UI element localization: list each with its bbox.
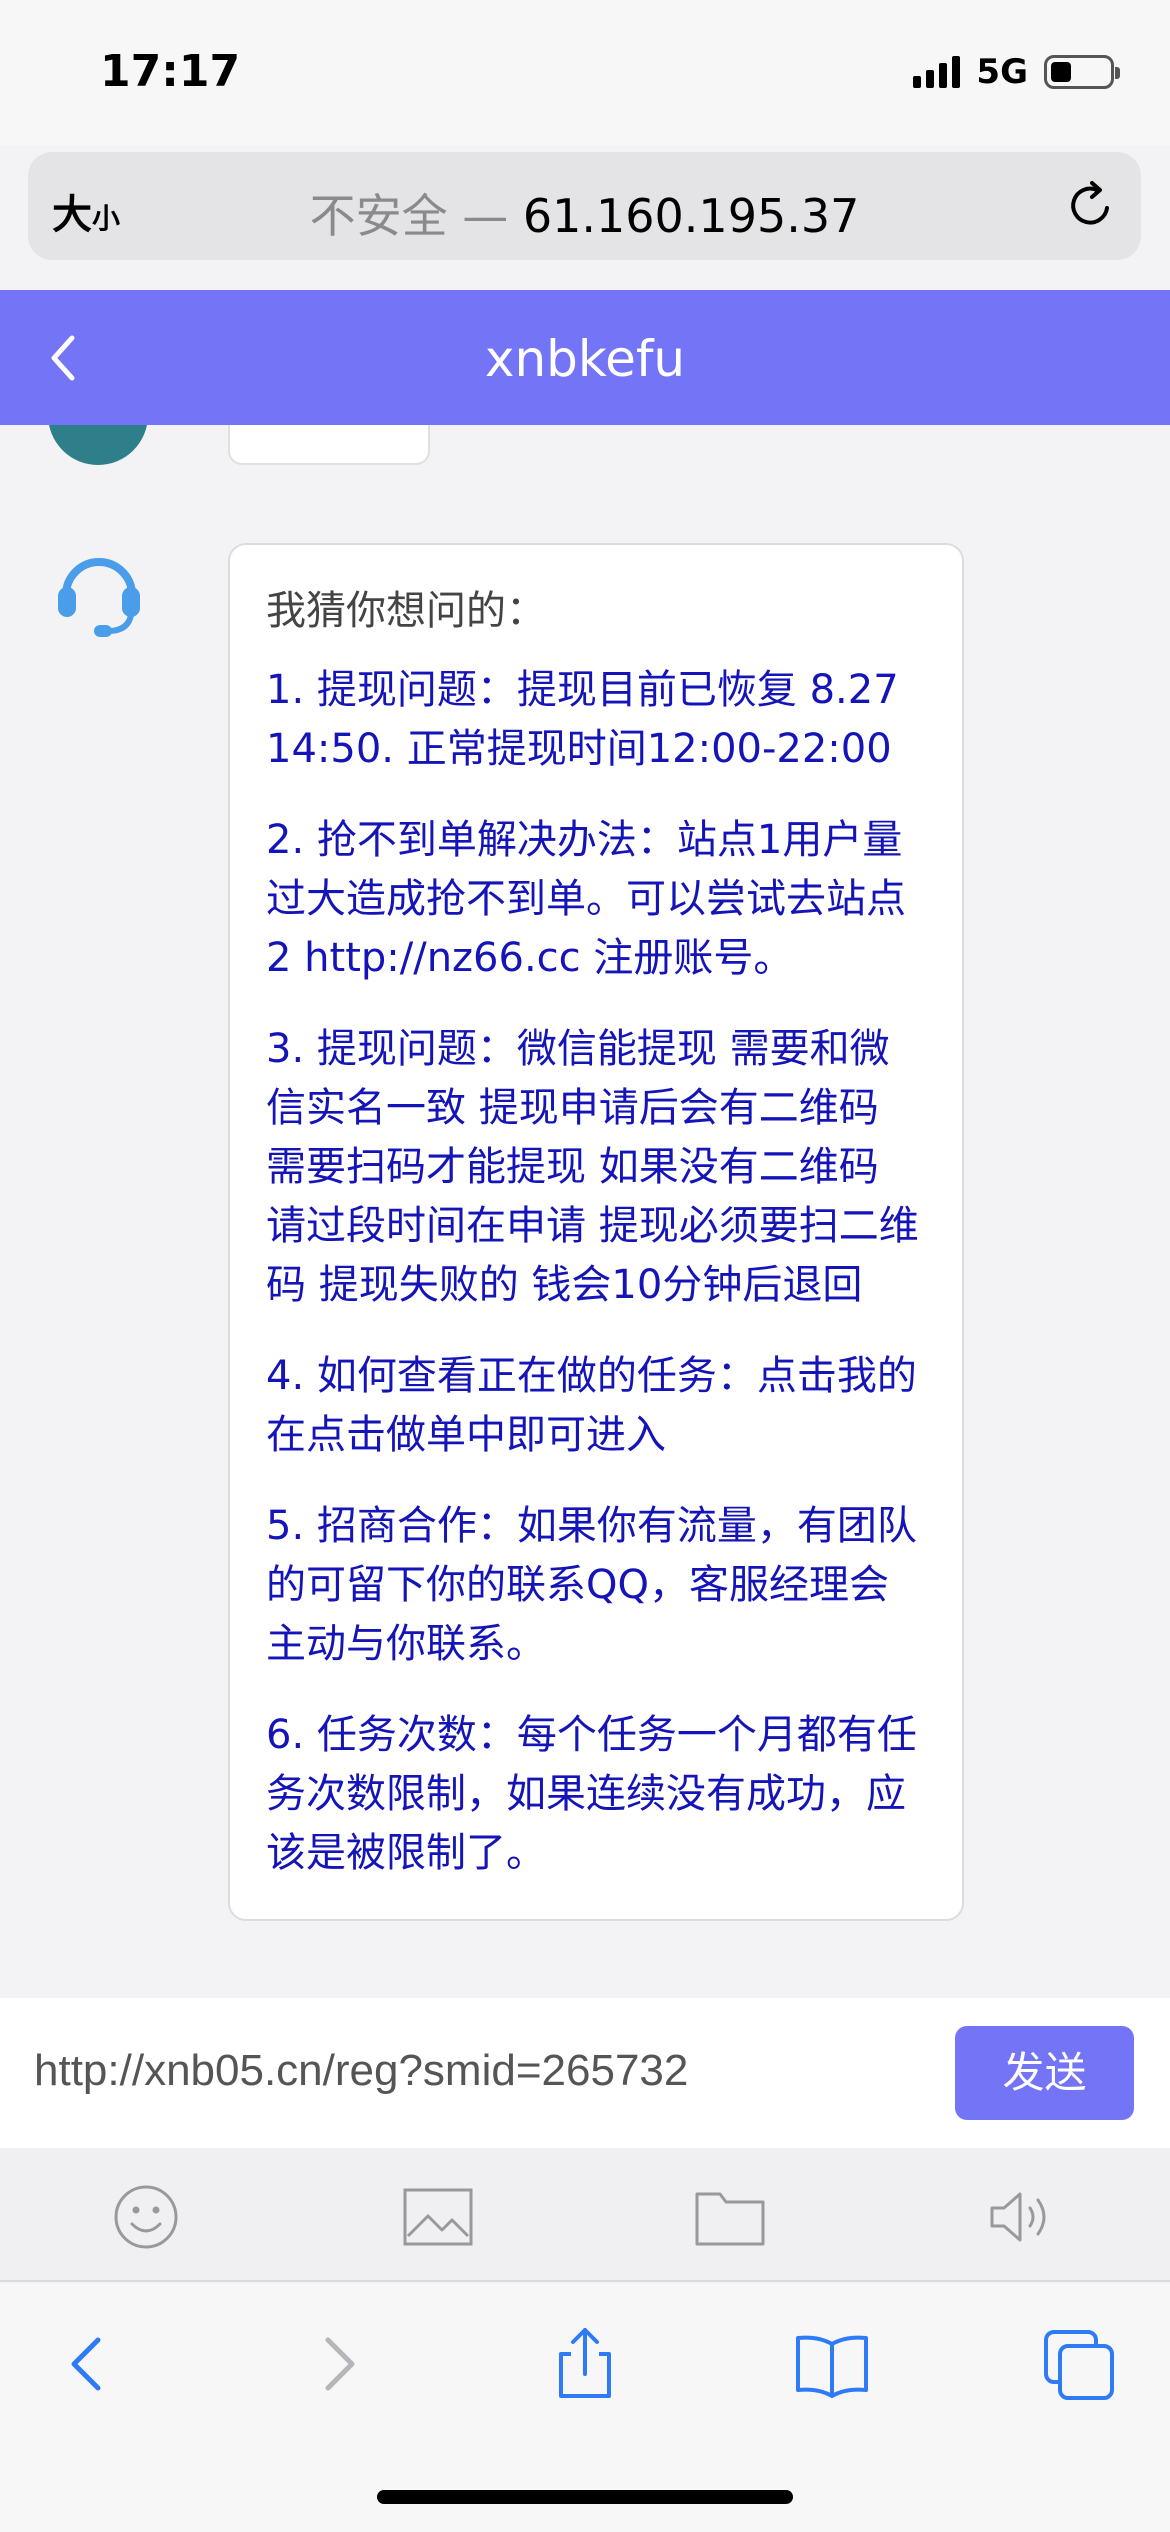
faq-item: 6. 任务次数：每个任务一个月都有任务次数限制，如果连续没有成功，应该是被限制了… (266, 1712, 917, 1876)
signal-icon (913, 56, 961, 88)
page: 17:17 5G 大小 不安全 — 61.160.195.37 xnbkefu (0, 0, 1170, 2532)
battery-level (1051, 62, 1071, 82)
faq-intro: 我猜你想问的： (266, 588, 546, 634)
message-bubble-faq: 我猜你想问的： 1. 提现问题：提现目前已恢复 8.27 14:50. 正常提现… (228, 543, 964, 1921)
chat-messages[interactable]: 我猜你想问的： 1. 提现问题：提现目前已恢复 8.27 14:50. 正常提现… (0, 425, 1170, 1998)
faq-item: 4. 如何查看正在做的任务：点击我的 在点击做单中即可进入 (266, 1353, 917, 1458)
message-bubble-previous (228, 425, 430, 465)
emoji-icon[interactable] (110, 2184, 182, 2250)
status-indicators: 5G (913, 52, 1120, 92)
status-time: 17:17 (100, 46, 241, 97)
faq-item: 1. 提现问题：提现目前已恢复 8.27 14:50. 正常提现时间12:00-… (266, 667, 899, 772)
forward-icon[interactable] (298, 2324, 378, 2404)
folder-icon[interactable] (694, 2184, 766, 2250)
faq-item: 3. 提现问题：微信能提现 需要和微信实名一致 提现申请后会有二维码 需要扫码才… (266, 1026, 919, 1308)
url-display[interactable]: 不安全 — 61.160.195.37 (28, 180, 1141, 246)
headset-icon (58, 558, 140, 637)
faq-item: 5. 招商合作：如果你有流量，有团队的可留下你的联系QQ，客服经理会主动与你联系… (266, 1503, 917, 1667)
reload-icon[interactable] (1065, 178, 1119, 232)
address-bar[interactable]: 大小 不安全 — 61.160.195.37 (28, 152, 1141, 260)
chat-title: xnbkefu (484, 330, 686, 388)
speaker-icon[interactable] (986, 2184, 1058, 2250)
insecure-label: 不安全 — (309, 189, 523, 243)
browser-toolbar (0, 2284, 1170, 2532)
back-icon[interactable] (48, 2324, 128, 2404)
faq-item: 2. 抢不到单解决办法：站点1用户量过大造成抢不到单。可以尝试去站点2 http… (266, 817, 906, 981)
battery-icon (1044, 55, 1120, 89)
message-composer: 发送 (0, 1998, 1170, 2148)
status-bar: 17:17 5G (0, 0, 1170, 145)
image-icon[interactable] (402, 2184, 474, 2250)
home-indicator (377, 2490, 793, 2504)
message-input[interactable] (34, 2046, 934, 2096)
tabs-icon[interactable] (1040, 2324, 1120, 2404)
bookmarks-icon[interactable] (792, 2324, 872, 2404)
network-type: 5G (976, 52, 1028, 92)
share-icon[interactable] (545, 2324, 625, 2404)
chat-toolbar (0, 2148, 1170, 2282)
url-text: 61.160.195.37 (522, 189, 860, 243)
avatar (48, 425, 148, 465)
chat-header: xnbkefu (0, 290, 1170, 425)
send-button[interactable]: 发送 (955, 2026, 1134, 2120)
